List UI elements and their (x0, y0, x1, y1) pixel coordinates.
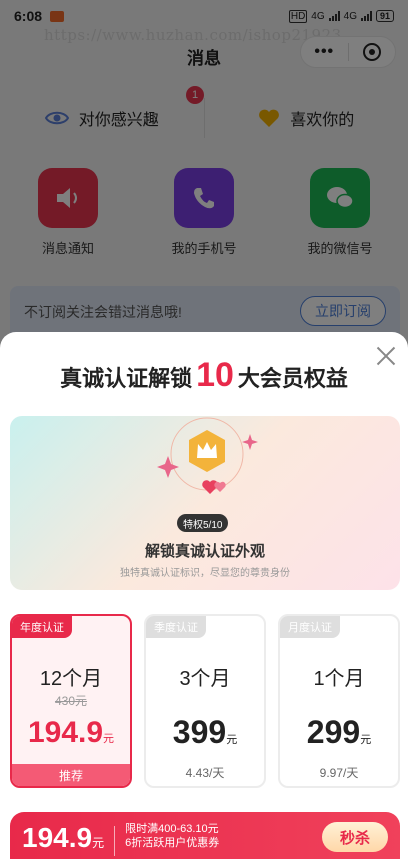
membership-sheet: 真诚认证解锁 10 大会员权益 特权5/10 解锁真诚认证外观 独特真诚认证标识… (0, 332, 408, 859)
plan-card-annual[interactable]: 年度认证 12个月 430元 194.9元 推荐 (10, 614, 132, 788)
plan-price: 194.9元 (12, 716, 130, 750)
sheet-title: 真诚认证解锁 10 大会员权益 (0, 356, 408, 395)
plan-per-day: 9.97/天 (319, 766, 359, 780)
plan-price-amount: 194.9 (27, 716, 104, 749)
plan-list: 年度认证 12个月 430元 194.9元 推荐 季度认证 3个月 399元 4… (10, 614, 400, 788)
title-number: 10 (196, 356, 234, 394)
plan-price-unit: 元 (360, 734, 372, 746)
plan-duration: 1个月 (313, 668, 365, 690)
coupon-line-2: 6折活跃用户优惠券 (125, 837, 220, 849)
purchase-price-amount: 194.9 (22, 822, 93, 853)
privilege-banner[interactable]: 特权5/10 解锁真诚认证外观 独特真诚认证标识，尽显您的尊贵身份 (10, 416, 400, 590)
plan-duration: 3个月 (179, 668, 231, 690)
flash-sale-button[interactable]: 秒杀 (321, 822, 388, 852)
divider (114, 826, 116, 856)
recommend-badge: 推荐 (12, 764, 130, 786)
title-suffix: 大会员权益 (237, 366, 348, 391)
purchase-price: 194.9元 (22, 822, 104, 854)
purchase-bar: 194.9元 限时满400-63.10元 6折活跃用户优惠券 秒杀 (10, 812, 400, 859)
plan-price-unit: 元 (103, 733, 115, 745)
plan-original-price: 430元 (54, 694, 88, 708)
plan-card-monthly[interactable]: 月度认证 1个月 299元 9.97/天 (278, 614, 400, 788)
privilege-subtitle: 独特真诚认证标识，尽显您的尊贵身份 (120, 568, 290, 579)
plan-price: 299元 (280, 714, 398, 751)
plan-per-day: 4.43/天 (185, 766, 225, 780)
purchase-price-unit: 元 (92, 836, 105, 850)
privilege-title: 解锁真诚认证外观 (144, 543, 265, 560)
plan-price-amount: 399 (172, 714, 227, 750)
plan-tag: 月度认证 (280, 616, 340, 638)
plan-tag: 季度认证 (146, 616, 206, 638)
plan-card-quarterly[interactable]: 季度认证 3个月 399元 4.43/天 (144, 614, 266, 788)
privilege-index-tag: 特权5/10 (177, 514, 229, 532)
plan-price-amount: 299 (306, 714, 361, 750)
plan-price-unit: 元 (226, 734, 238, 746)
plan-price: 399元 (146, 714, 264, 751)
coupon-line-1: 限时满400-63.10元 (125, 823, 219, 835)
coupon-info: 限时满400-63.10元 6折活跃用户优惠券 (125, 822, 219, 850)
plan-tag: 年度认证 (12, 616, 72, 638)
plan-duration: 12个月 (39, 668, 103, 690)
crown-badge-icon (157, 417, 258, 494)
title-prefix: 真诚认证解锁 (60, 366, 193, 391)
